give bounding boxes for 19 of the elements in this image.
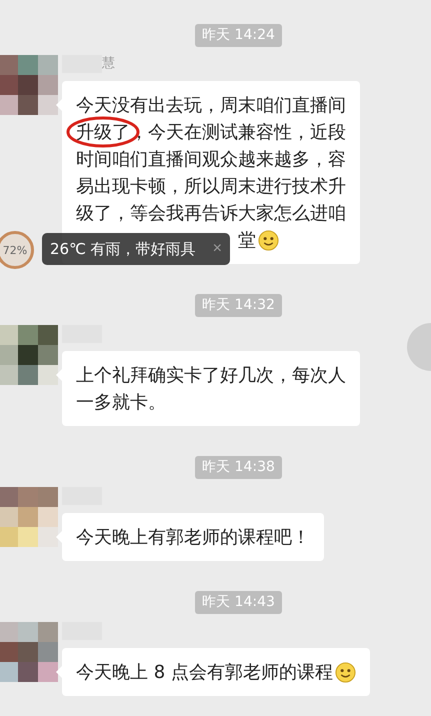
message-text: 一多就卡。 — [76, 391, 166, 415]
message-text: 今天晚上有郭老师的课程吧！ — [76, 526, 310, 550]
message-text: 上个礼拜确实卡了好几次，每次人 — [76, 364, 346, 388]
message-text: ，今天在测试兼容性，近段 — [130, 121, 346, 145]
timestamp: 昨天 14:43 — [195, 591, 282, 614]
message-text: 升级了 — [76, 119, 130, 146]
message-text: 今天没有出去玩，周末咱们直播间 — [76, 94, 346, 118]
weather-text: 26℃ 有雨，带好雨具 — [50, 240, 196, 258]
close-button[interactable]: × — [210, 240, 224, 258]
timestamp: 昨天 14:32 — [195, 294, 282, 317]
message-text: 级了，等会我再告诉大家怎么进咱 — [76, 202, 346, 226]
message-text: 今天晚上 8 点会有郭老师的课程 — [76, 661, 333, 685]
timestamp: 昨天 14:38 — [195, 456, 282, 479]
message-text: 时间咱们直播间观众越来越多，容 — [76, 148, 346, 172]
battery-badge: 72% — [0, 231, 34, 269]
message-text: 易出现卡顿，所以周末进行技术升 — [76, 175, 346, 199]
message-text: 堂 — [238, 229, 256, 253]
sender-name: 慧 — [102, 55, 115, 73]
timestamp: 昨天 14:24 — [195, 24, 282, 47]
